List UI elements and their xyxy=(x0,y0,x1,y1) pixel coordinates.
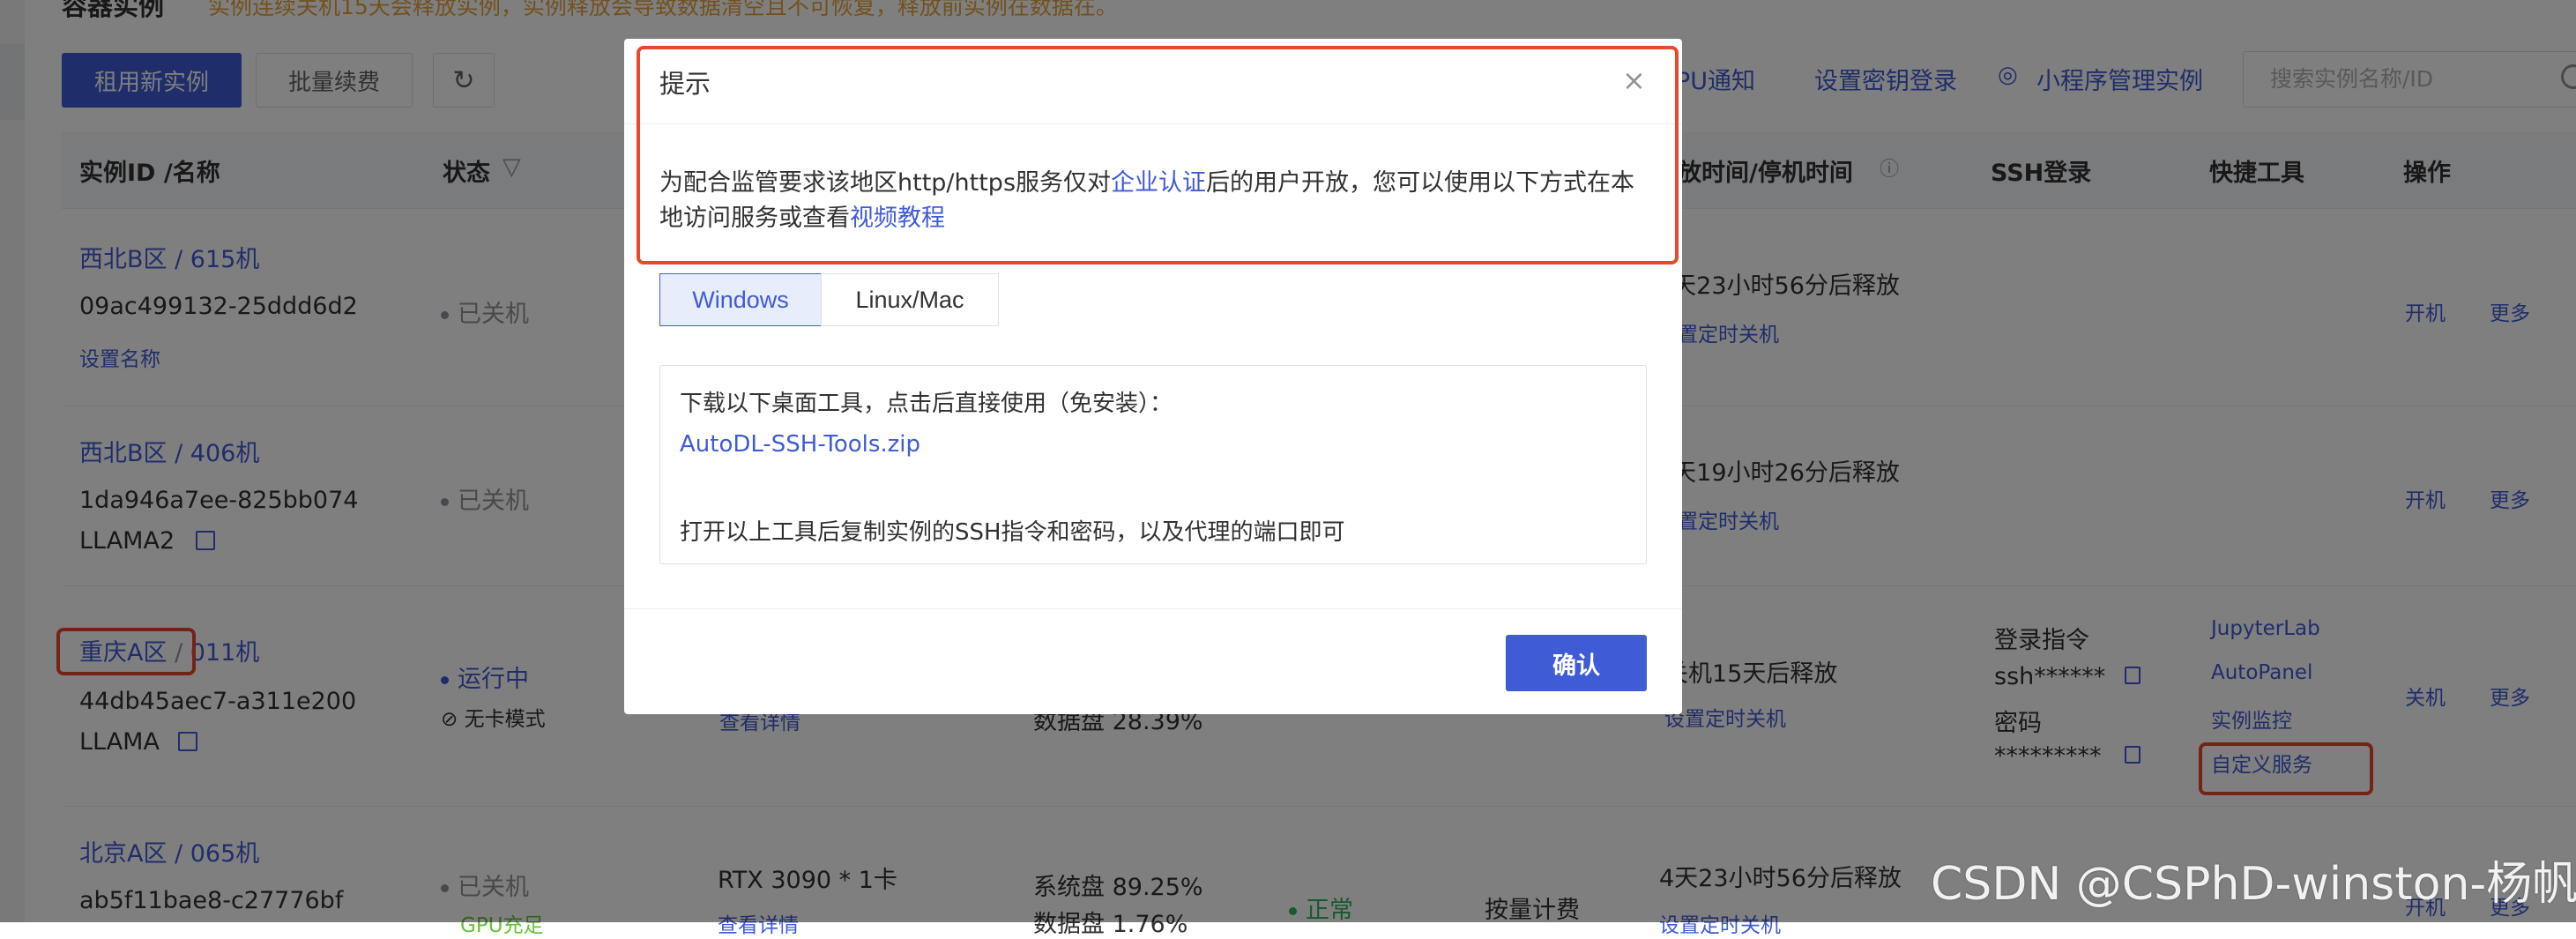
watermark: CSDN @CSPhD-winston-杨帆 xyxy=(1931,858,2576,911)
download-link[interactable]: AutoDL-SSH-Tools.zip xyxy=(680,431,920,458)
tool-intro: 下载以下桌面工具，点击后直接使用（免安装）： xyxy=(680,391,1173,417)
confirm-button[interactable]: 确认 xyxy=(1506,635,1647,691)
highlight-box-message xyxy=(637,46,1679,265)
tool-hint: 打开以上工具后复制实例的SSH指令和密码，以及代理的端口即可 xyxy=(680,519,1345,546)
tool-instructions-box: 下载以下桌面工具，点击后直接使用（免安装）： AutoDL-SSH-Tools.… xyxy=(659,365,1647,564)
tab-windows[interactable]: Windows xyxy=(659,273,822,326)
dialog-footer-divider xyxy=(624,608,1682,609)
tab-linux-mac[interactable]: Linux/Mac xyxy=(821,273,999,326)
